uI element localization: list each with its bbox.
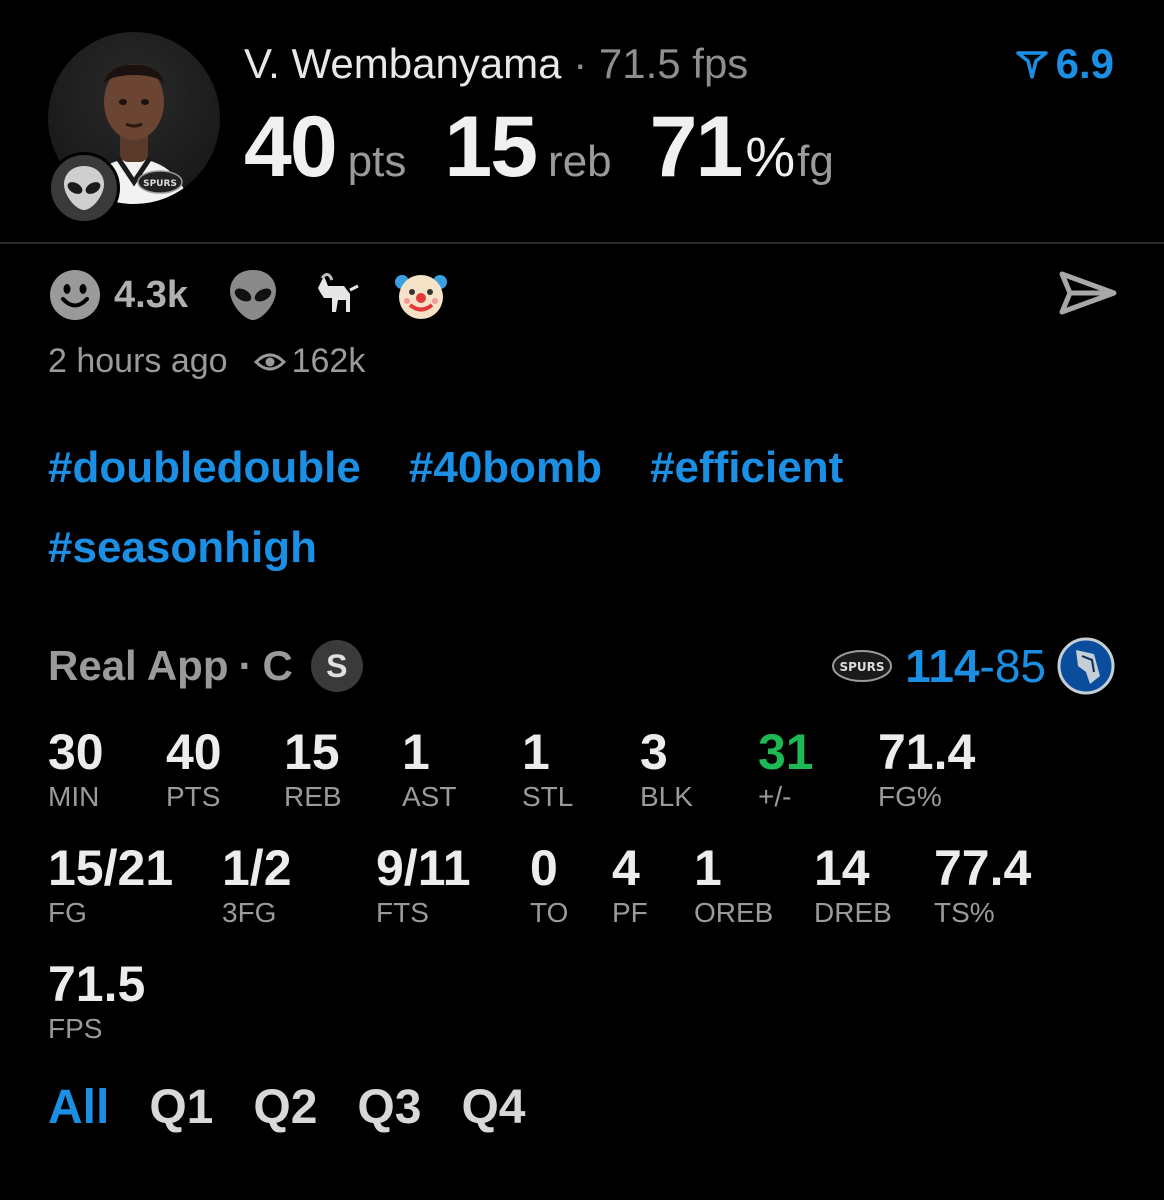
team-score: 114 [905, 640, 980, 692]
time-ago: 2 hours ago [48, 342, 228, 380]
tab-q3[interactable]: Q3 [357, 1080, 421, 1135]
stat-pf: 4 PF [612, 840, 648, 928]
source-separator: · [238, 642, 253, 689]
status-badge: S [310, 640, 363, 692]
headline-fg-pct: % [745, 125, 796, 188]
goat-icon[interactable] [310, 268, 364, 322]
player-name[interactable]: V. Wembanyama [244, 40, 562, 87]
stat-stl: 1 STL [522, 724, 574, 812]
hashtag-list: #doubledouble #40bomb #efficient #season… [48, 442, 1118, 574]
stat-fts: 9/11 FTS [376, 840, 471, 928]
views-value: 162k [291, 342, 366, 380]
hashtag[interactable]: #efficient [650, 442, 843, 494]
score-dash: - [979, 640, 995, 692]
opponent-score: 85 [994, 640, 1046, 692]
headline-pts-unit: pts [347, 137, 407, 186]
stat-3fg: 1/2 3FG [222, 840, 292, 928]
tab-all[interactable]: All [48, 1080, 109, 1135]
tab-q2[interactable]: Q2 [253, 1080, 317, 1135]
headline-fg-value: 71 [649, 99, 744, 195]
view-count: 162k [253, 342, 366, 381]
stat-fg: 15/21 FG [48, 840, 174, 928]
period-tabs: All Q1 Q2 Q3 Q4 [48, 1080, 565, 1135]
mavericks-logo-icon [1057, 637, 1115, 695]
share-send-icon[interactable] [1058, 268, 1118, 318]
headline-reb-value: 15 [444, 99, 538, 195]
hashtag[interactable]: #doubledouble [48, 442, 361, 494]
clown-icon[interactable] [394, 268, 448, 322]
alien-badge-icon [48, 152, 120, 224]
stat-ast: 1 AST [402, 724, 457, 812]
stat-dreb: 14 DREB [814, 840, 892, 928]
headline-reb-unit: reb [548, 137, 612, 186]
post-meta: 2 hours ago 162k [48, 342, 365, 381]
headline-stats: 40 pts 15 reb 71 % fg [244, 98, 872, 197]
headline-pts-value: 40 [244, 99, 338, 195]
stat-to: 0 TO [530, 840, 569, 928]
header-divider [0, 242, 1164, 244]
source-app: Real App [48, 642, 229, 689]
svg-text:SPURS: SPURS [840, 660, 885, 674]
player-position: C [262, 642, 293, 689]
stat-ts-pct: 77.4 TS% [934, 840, 1032, 928]
reactions-bar: 4.3k [48, 268, 478, 322]
reaction-count[interactable]: 4.3k [114, 274, 188, 317]
stat-fps: 71.5 FPS [48, 956, 146, 1044]
rank-indicator[interactable]: 6.9 [1015, 40, 1114, 88]
rank-value: 6.9 [1055, 40, 1114, 87]
stat-fg-pct: 71.4 FG% [878, 724, 976, 812]
smiley-icon[interactable] [48, 268, 102, 322]
svg-text:SPURS: SPURS [143, 179, 177, 189]
hashtag[interactable]: #40bomb [409, 442, 602, 494]
player-fps: 71.5 fps [598, 40, 749, 87]
tab-q4[interactable]: Q4 [461, 1080, 525, 1135]
flag-icon [1015, 51, 1048, 79]
stat-pts: 40 PTS [166, 724, 222, 812]
spurs-logo-icon: SPURS [832, 650, 893, 682]
alien-icon[interactable] [226, 268, 280, 322]
eye-icon [253, 353, 286, 370]
tab-q1[interactable]: Q1 [149, 1080, 213, 1135]
hashtag[interactable]: #seasonhigh [48, 522, 317, 574]
stat-oreb: 1 OREB [694, 840, 774, 928]
stat-min: 30 MIN [48, 724, 104, 812]
stat-reb: 15 REB [284, 724, 342, 812]
stat-blk: 3 BLK [640, 724, 693, 812]
game-score[interactable]: SPURS 114 - 85 [831, 636, 1116, 696]
stat-plus-minus: 31 +/- [758, 724, 814, 812]
headline-fg-unit: fg [797, 137, 834, 186]
name-separator: · [573, 40, 588, 87]
player-name-line[interactable]: V. Wembanyama · 71.5 fps [244, 40, 748, 88]
game-source: Real App · C S [48, 640, 363, 692]
